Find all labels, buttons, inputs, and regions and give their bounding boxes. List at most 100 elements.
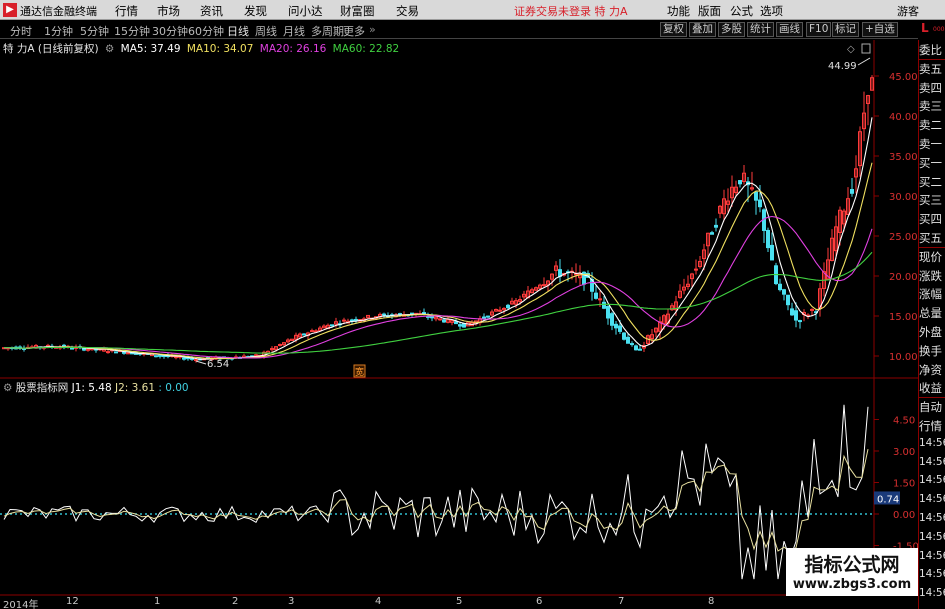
indicator-tick-label: 0.00 bbox=[893, 510, 915, 521]
sidebar-item[interactable]: 14:56 bbox=[919, 437, 945, 449]
ma5-value: MA5: 37.49 bbox=[120, 43, 181, 55]
candle-body bbox=[70, 347, 74, 350]
candle-body bbox=[594, 292, 598, 299]
sidebar-item[interactable]: 买五 bbox=[919, 230, 945, 246]
ma5-line bbox=[4, 117, 873, 360]
sidebar-item[interactable]: 14:56 bbox=[919, 512, 945, 524]
date-tick: 1 bbox=[154, 596, 161, 607]
sidebar-item[interactable]: 卖四 bbox=[919, 80, 945, 96]
candle-body bbox=[738, 180, 742, 185]
sidebar-item[interactable]: 14:56 bbox=[919, 550, 945, 562]
indicator-gear-icon[interactable]: ⚙ bbox=[3, 382, 12, 394]
chart-maximize-icon[interactable] bbox=[861, 43, 871, 54]
moving-averages bbox=[4, 117, 873, 360]
sidebar-item[interactable]: 14:56 bbox=[919, 587, 945, 599]
sidebar-item[interactable]: 买一 bbox=[919, 155, 945, 171]
event-marker-label: 宽 bbox=[355, 366, 364, 378]
sidebar-item[interactable]: 卖一 bbox=[919, 136, 945, 152]
sidebar-divider bbox=[919, 58, 945, 60]
price-markers: 44.99 6.54 宽 ◇ bbox=[195, 43, 871, 378]
candle-body bbox=[694, 268, 698, 271]
kline-chart[interactable]: 45.00 40.00 35.00 30.00 25.00 20.00 15.00 10.00… bbox=[0, 0, 918, 596]
price-tick-label: 20.00 bbox=[889, 272, 918, 283]
date-axis: 2014年 12 1 2 3 4 5 6 7 8 bbox=[0, 596, 918, 609]
ma10-line bbox=[4, 162, 873, 360]
candle-body bbox=[126, 352, 130, 355]
candle-body bbox=[610, 313, 614, 326]
candle-body bbox=[766, 229, 770, 249]
candle-body bbox=[810, 308, 814, 311]
date-tick: 12 bbox=[66, 596, 79, 607]
side-letter: L bbox=[921, 21, 929, 35]
high-price-label: 44.99 bbox=[828, 61, 857, 72]
candle-body bbox=[614, 323, 618, 329]
candle-body bbox=[754, 191, 758, 201]
indicator-axis: 4.503.001.500.00-1.500.74 bbox=[874, 416, 918, 553]
settings-gear-icon[interactable]: ⚙ bbox=[105, 43, 114, 55]
sidebar-item[interactable]: 换手 bbox=[919, 343, 945, 359]
sidebar-item[interactable]: 14:56 bbox=[919, 531, 945, 543]
sidebar-item[interactable]: 卖三 bbox=[919, 98, 945, 114]
date-tick: 4 bbox=[375, 596, 382, 607]
sidebar-item[interactable]: 14:56 bbox=[919, 493, 945, 505]
sidebar-item[interactable]: 外盘 bbox=[919, 324, 945, 340]
price-tick-label: 45.00 bbox=[889, 72, 918, 83]
candle-body bbox=[758, 199, 762, 208]
high-arrow-icon bbox=[857, 57, 871, 66]
sidebar-item[interactable]: 收益 bbox=[919, 380, 945, 396]
sidebar-item[interactable]: 卖二 bbox=[919, 117, 945, 133]
sidebar-item[interactable]: 卖五 bbox=[919, 61, 945, 77]
sidebar-item[interactable]: 涨跌 bbox=[919, 268, 945, 284]
candle-body bbox=[174, 356, 178, 359]
candle-body bbox=[606, 305, 610, 319]
sidebar-item[interactable]: 行情 bbox=[919, 418, 945, 434]
sidebar-item[interactable]: 14:56 bbox=[919, 456, 945, 468]
chart-nav-diamond-icon[interactable]: ◇ bbox=[847, 44, 855, 55]
candle-body bbox=[850, 189, 854, 194]
candle-body bbox=[342, 319, 346, 322]
ma20-line bbox=[4, 215, 873, 359]
sidebar-item[interactable]: 买四 bbox=[919, 211, 945, 227]
candle-body bbox=[638, 348, 642, 351]
indicator-tick-label: 1.50 bbox=[893, 479, 915, 490]
candle-body bbox=[778, 283, 782, 291]
sidebar-item[interactable]: 净资 bbox=[919, 362, 945, 378]
sidebar-item[interactable]: 委比 bbox=[919, 42, 945, 58]
indicator-tick-label: 4.50 bbox=[893, 416, 915, 427]
sidebar-item[interactable]: 14:56 bbox=[919, 568, 945, 580]
sidebar-item[interactable]: 买二 bbox=[919, 174, 945, 190]
candle-body bbox=[486, 315, 490, 318]
date-tick: 5 bbox=[456, 596, 463, 607]
sidebar-item[interactable]: 买三 bbox=[919, 192, 945, 208]
candle-body bbox=[154, 355, 158, 358]
date-tick: 6 bbox=[536, 596, 543, 607]
indicator-name[interactable]: 股票指标网 bbox=[16, 382, 69, 394]
candle-body bbox=[182, 357, 186, 360]
sidebar-item[interactable]: 14:56 bbox=[919, 474, 945, 486]
quote-sidebar: 委比卖五卖四卖三卖二卖一买一买二买三买四买五现价涨跌涨幅总量外盘换手净资收益自动… bbox=[918, 40, 945, 609]
candle-body bbox=[602, 301, 606, 309]
candle-body bbox=[498, 309, 502, 312]
candle-body bbox=[618, 325, 622, 332]
candle-body bbox=[626, 336, 630, 344]
candle-body bbox=[770, 244, 774, 261]
candle-body bbox=[458, 324, 462, 327]
side-header: L 000025 bbox=[918, 21, 945, 40]
candle-body bbox=[454, 321, 458, 325]
sidebar-item[interactable]: 涨幅 bbox=[919, 286, 945, 302]
date-tick: 3 bbox=[288, 596, 295, 607]
j1-value: J1: 5.48 bbox=[71, 382, 112, 394]
sidebar-item[interactable]: 自动 bbox=[919, 399, 945, 415]
ma20-value: MA20: 26.16 bbox=[259, 43, 327, 55]
low-arrow-icon bbox=[195, 360, 207, 365]
sidebar-item[interactable]: 现价 bbox=[919, 249, 945, 265]
sidebar-item[interactable]: 总量 bbox=[919, 305, 945, 321]
ma60-line bbox=[4, 251, 873, 354]
side-code: 000025 bbox=[933, 26, 945, 33]
j2-value: J2: 3.61 bbox=[114, 382, 156, 394]
date-tick: 8 bbox=[708, 596, 715, 607]
candle-body bbox=[158, 354, 162, 357]
candle-body bbox=[382, 313, 386, 316]
candle-body bbox=[254, 354, 258, 357]
candle-body bbox=[278, 344, 282, 347]
